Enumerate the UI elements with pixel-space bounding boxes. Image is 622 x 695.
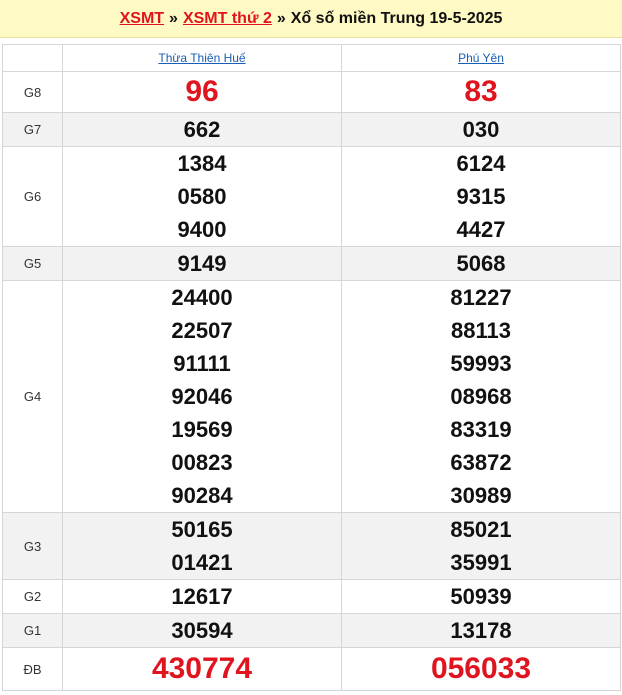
breadcrumb-separator: » — [169, 9, 178, 27]
prize-row: G5 9149 5068 — [2, 246, 621, 281]
prize-number: 59993 — [450, 351, 512, 376]
prize-number: 08968 — [450, 384, 512, 409]
prize-number: 00823 — [171, 450, 233, 475]
prize-row: G3 50165 01421 85021 35991 — [2, 512, 621, 580]
breadcrumb-xsmt-monday-link[interactable]: XSMT thứ 2 — [183, 10, 272, 28]
prize-number: 01421 — [171, 550, 233, 575]
prize-number: 5068 — [456, 251, 506, 276]
prize-label: G8 — [2, 71, 63, 113]
prize-row: G2 12617 50939 — [2, 579, 621, 614]
results-table: Thừa Thiên Huế Phú Yên G8 96 83 G7 662 030 G6 1… — [2, 44, 621, 691]
prize-number: 35991 — [450, 550, 512, 575]
prize-numbers-cell: 6124 9315 4427 — [341, 146, 621, 247]
prize-number: 056033 — [430, 652, 532, 685]
prize-row: G4 24400 22507 91111 92046 19569 00823 90284 812… — [2, 280, 621, 513]
prize-numbers-cell: 12617 — [62, 579, 342, 614]
prize-numbers-cell: 9149 — [62, 246, 342, 281]
prize-number: 50165 — [171, 517, 233, 542]
prize-number: 9149 — [177, 251, 227, 276]
prize-row: G8 96 83 — [2, 71, 621, 113]
prize-numbers-cell: 13178 — [341, 613, 621, 648]
prize-number: 90284 — [171, 483, 233, 508]
prize-number: 91111 — [173, 351, 231, 376]
prize-number: 88113 — [451, 318, 511, 343]
prize-row: G1 30594 13178 — [2, 613, 621, 648]
prize-row: ĐB 430774 056033 — [2, 647, 621, 691]
province-header-cell: Thừa Thiên Huế — [62, 44, 342, 72]
prize-numbers-cell: 30594 — [62, 613, 342, 648]
breadcrumb-xsmt-link[interactable]: XSMT — [120, 10, 164, 28]
prize-number: 85021 — [450, 517, 512, 542]
prize-number: 9400 — [177, 217, 227, 242]
prize-number: 63872 — [450, 450, 512, 475]
prize-number: 50939 — [450, 584, 512, 609]
prize-number: 0580 — [177, 184, 227, 209]
prize-numbers-cell: 83 — [341, 71, 621, 113]
prize-number: 4427 — [456, 217, 506, 242]
province-link-thua-thien-hue[interactable]: Thừa Thiên Huế — [158, 51, 245, 65]
province-header-row: Thừa Thiên Huế Phú Yên — [2, 44, 621, 72]
breadcrumb-separator: » — [276, 9, 286, 27]
prize-numbers-cell: 5068 — [341, 246, 621, 281]
prize-number: 30594 — [171, 618, 233, 643]
prize-numbers-cell: 24400 22507 91111 92046 19569 00823 90284 — [62, 280, 342, 513]
prize-numbers-cell: 50939 — [341, 579, 621, 614]
prize-row: G7 662 030 — [2, 112, 621, 147]
prize-number: 92046 — [171, 384, 233, 409]
prize-number: 22507 — [171, 318, 233, 343]
prize-label: G1 — [2, 613, 63, 648]
prize-numbers-cell: 430774 — [62, 647, 342, 691]
prize-label: ĐB — [2, 647, 63, 691]
breadcrumb: XSMT » XSMT thứ 2 » Xổ số miền Trung 19-… — [0, 0, 622, 38]
prize-label: G3 — [2, 512, 63, 580]
prize-number: 96 — [185, 75, 219, 108]
prize-number: 430774 — [151, 652, 253, 685]
prize-label: G5 — [2, 246, 63, 281]
prize-number: 12617 — [171, 584, 233, 609]
province-header-cell: Phú Yên — [341, 44, 621, 72]
prize-number: 1384 — [177, 151, 227, 176]
prize-numbers-cell: 662 — [62, 112, 342, 147]
prize-number: 030 — [462, 117, 500, 142]
prize-label: G2 — [2, 579, 63, 614]
prize-numbers-cell: 50165 01421 — [62, 512, 342, 580]
prize-numbers-cell: 96 — [62, 71, 342, 113]
prize-number: 19569 — [171, 417, 233, 442]
prize-row: G6 1384 0580 9400 6124 9315 4427 — [2, 146, 621, 247]
prize-numbers-cell: 85021 35991 — [341, 512, 621, 580]
prize-numbers-cell: 030 — [341, 112, 621, 147]
results-body: G8 96 83 G7 662 030 G6 1384 0580 9400 6124 9315 4427… — [2, 71, 621, 691]
page-title: Xổ số miền Trung 19-5-2025 — [290, 9, 503, 27]
prize-label: G4 — [2, 280, 63, 513]
prize-label: G7 — [2, 112, 63, 147]
results-page: XSMT » XSMT thứ 2 » Xổ số miền Trung 19-… — [0, 0, 622, 691]
prize-numbers-cell: 056033 — [341, 647, 621, 691]
prize-number: 30989 — [450, 483, 512, 508]
prize-numbers-cell: 1384 0580 9400 — [62, 146, 342, 247]
prize-label: G6 — [2, 146, 63, 247]
prize-number: 9315 — [456, 184, 506, 209]
province-link-phu-yen[interactable]: Phú Yên — [458, 51, 504, 65]
prize-number: 13178 — [450, 618, 512, 643]
prize-number: 24400 — [171, 285, 233, 310]
prize-number: 83 — [464, 75, 498, 108]
prize-number: 662 — [183, 117, 221, 142]
prize-number: 81227 — [450, 285, 512, 310]
prize-header-cell — [2, 44, 63, 72]
prize-numbers-cell: 81227 88113 59993 08968 83319 63872 30989 — [341, 280, 621, 513]
prize-number: 6124 — [456, 151, 506, 176]
prize-number: 83319 — [450, 417, 512, 442]
